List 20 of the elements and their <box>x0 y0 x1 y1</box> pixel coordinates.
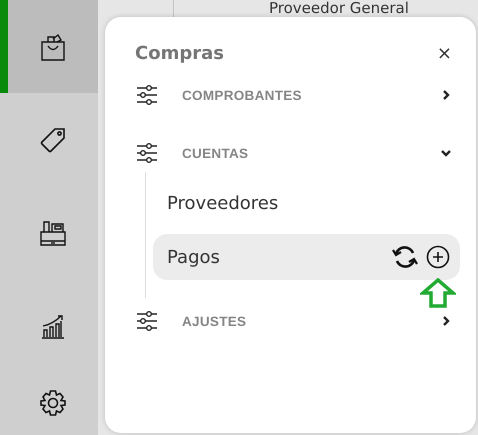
refresh-icon[interactable] <box>392 245 418 269</box>
sliders-icon <box>136 85 158 105</box>
background-text: Proveedor General <box>269 0 409 17</box>
section-label[interactable]: COMPROBANTES <box>182 88 440 102</box>
tag-icon <box>39 126 67 154</box>
chevron-down-icon[interactable] <box>440 147 452 159</box>
section-label[interactable]: AJUSTES <box>182 314 440 328</box>
submenu-item[interactable]: Pagos <box>153 234 460 280</box>
sliders-icon <box>136 143 158 163</box>
close-button[interactable]: × <box>428 43 460 64</box>
panel-title: Compras <box>135 43 224 64</box>
chevron-right-icon[interactable] <box>440 315 452 327</box>
up-arrow-icon <box>420 278 456 308</box>
chevron-right-icon[interactable] <box>440 89 452 101</box>
shopping-bag-icon <box>39 32 67 62</box>
sliders-icon <box>136 311 158 331</box>
section-label[interactable]: CUENTAS <box>182 146 440 160</box>
submenu-item[interactable]: Proveedores <box>153 180 460 226</box>
add-icon[interactable] <box>426 245 450 269</box>
settings-icon <box>38 388 68 418</box>
